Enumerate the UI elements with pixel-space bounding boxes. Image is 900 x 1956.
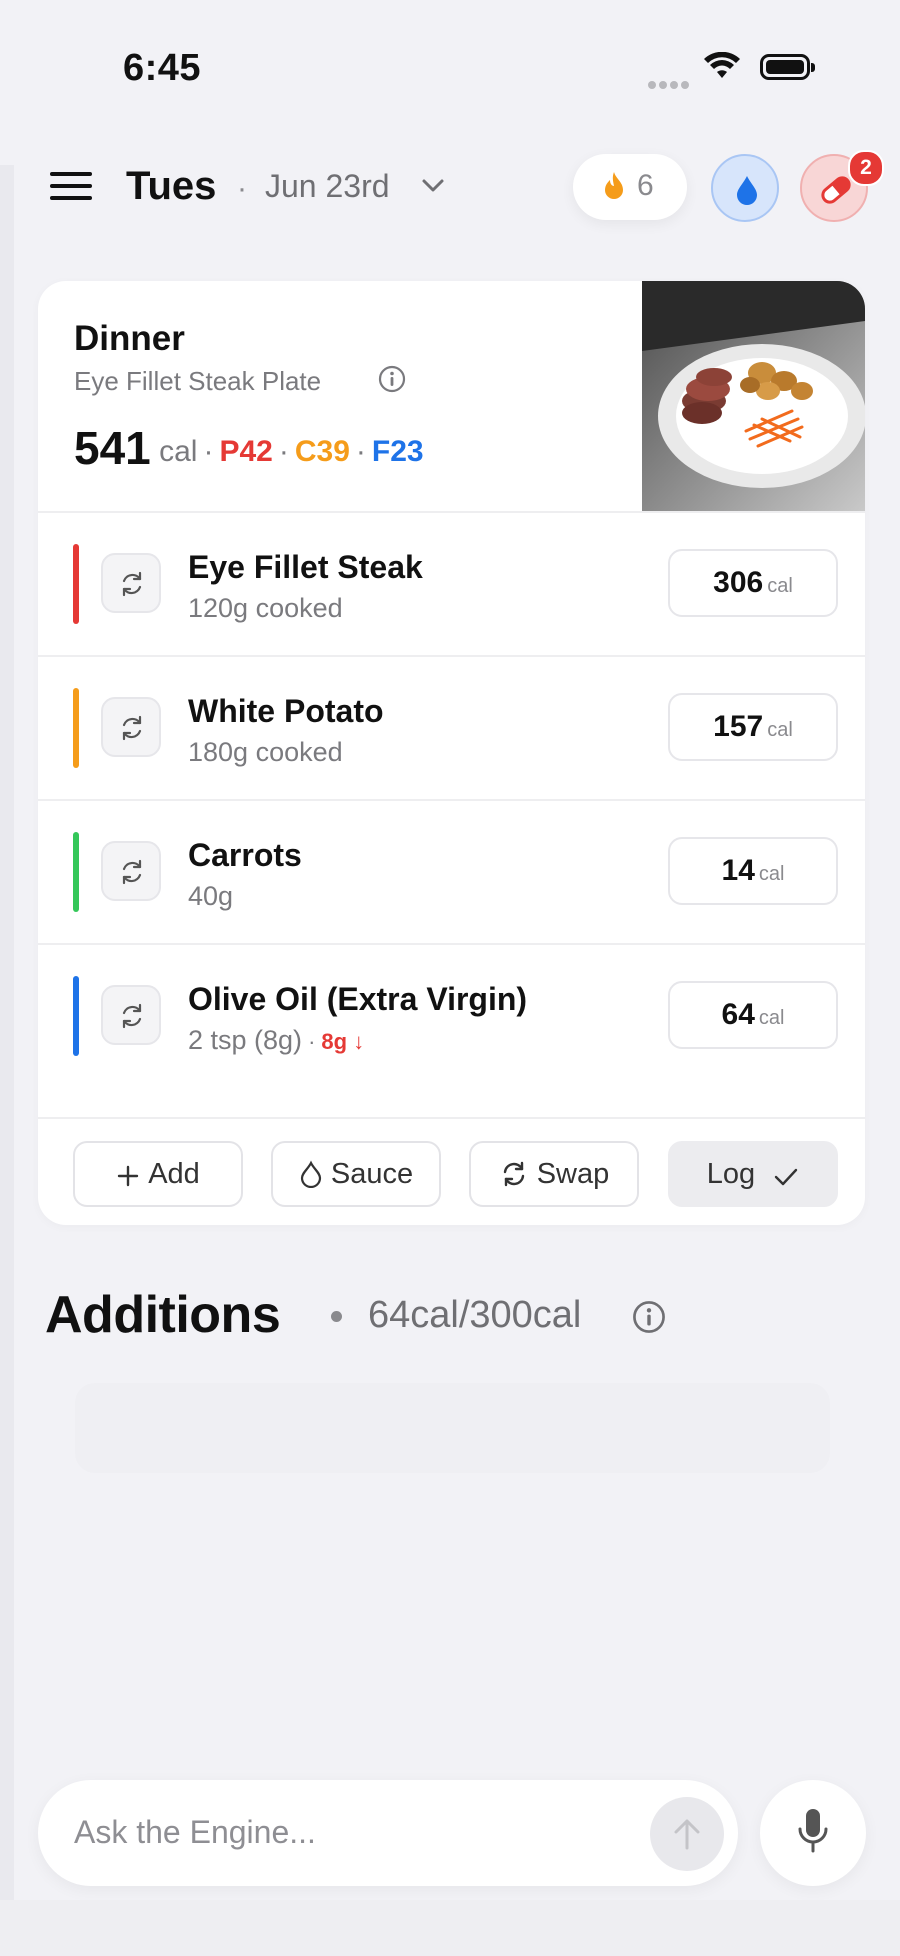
macro-color-bar — [73, 976, 79, 1056]
swap-item-icon[interactable] — [101, 841, 161, 901]
food-item-row[interactable]: Olive Oil (Extra Virgin) 2 tsp (8g) · 8g ↓… — [38, 943, 865, 1087]
pill-icon — [821, 176, 851, 204]
portion-adjustment: 8g — [321, 1029, 348, 1054]
info-icon[interactable] — [632, 1300, 666, 1339]
additions-separator — [331, 1311, 342, 1322]
header-separator: · — [237, 172, 247, 205]
food-calories[interactable]: 14 cal — [668, 837, 838, 905]
swap-icon — [503, 1161, 524, 1187]
food-name: Olive Oil (Extra Virgin) — [188, 981, 528, 1017]
fat-value: F23 — [371, 435, 424, 468]
food-name: Eye Fillet Steak — [188, 549, 423, 585]
meal-name: Eye Fillet Steak Plate — [74, 366, 322, 396]
water-button[interactable] — [711, 154, 779, 222]
ask-placeholder: Ask the Engine... — [74, 1814, 316, 1850]
sauce-button[interactable]: Sauce — [271, 1141, 441, 1207]
date-picker[interactable]: Jun 23rd — [265, 168, 390, 205]
microphone-button[interactable] — [760, 1780, 866, 1886]
carbs-value: C39 — [294, 435, 350, 468]
notification-badge: 2 — [848, 150, 884, 186]
wifi-icon — [703, 51, 741, 85]
plus-icon — [117, 1165, 139, 1187]
send-button[interactable] — [650, 1797, 724, 1871]
flame-icon — [603, 171, 625, 206]
calories-unit: cal — [159, 435, 198, 468]
food-item-row[interactable]: Carrots 40g 14 cal — [38, 799, 865, 943]
food-amount: 2 tsp (8g) · 8g ↓ — [188, 1025, 365, 1055]
meal-title: Dinner — [74, 319, 185, 358]
streak-count: 6 — [637, 169, 654, 202]
arrow-up-icon — [674, 1819, 700, 1850]
info-icon[interactable] — [378, 365, 406, 398]
bottom-safe-area — [0, 1900, 900, 1956]
food-item-row[interactable]: White Potato 180g cooked 157 cal — [38, 655, 865, 799]
water-drop-icon — [737, 176, 757, 205]
drop-icon — [300, 1160, 321, 1189]
meal-photo[interactable] — [642, 281, 865, 511]
status-time: 6:45 — [123, 47, 202, 89]
checkmark-icon — [775, 1168, 798, 1186]
food-amount: 120g cooked — [188, 593, 343, 623]
swap-button[interactable]: Swap — [469, 1141, 639, 1207]
additions-title: Additions — [45, 1286, 281, 1344]
meal-actions: Add Sauce Swap Log — [38, 1141, 865, 1225]
side-edge — [0, 165, 14, 1905]
food-amount: 40g — [188, 881, 234, 911]
additions-budget: 64cal/300cal — [368, 1294, 582, 1336]
swap-item-icon[interactable] — [101, 697, 161, 757]
food-name: Carrots — [188, 837, 302, 873]
microphone-icon — [798, 1809, 828, 1853]
macro-color-bar — [73, 544, 79, 624]
food-calories[interactable]: 64 cal — [668, 981, 838, 1049]
header: Tues · Jun 23rd 6 2 — [0, 150, 900, 230]
additions-list-placeholder — [75, 1383, 830, 1473]
meal-calories: 541 — [74, 422, 151, 474]
arrow-down-icon: ↓ — [347, 1029, 365, 1054]
day-label: Tues — [126, 164, 217, 208]
status-bar: 6:45 — [0, 0, 900, 165]
food-calories[interactable]: 306 cal — [668, 549, 838, 617]
food-item-row[interactable]: Eye Fillet Steak 120g cooked 306 cal — [38, 511, 865, 655]
add-button[interactable]: Add — [73, 1141, 243, 1207]
menu-icon[interactable] — [50, 172, 92, 204]
chevron-down-icon[interactable] — [421, 178, 445, 199]
battery-icon — [760, 54, 815, 80]
streak-button[interactable]: 6 — [573, 154, 687, 220]
signal-icon — [648, 76, 692, 94]
food-calories[interactable]: 157 cal — [668, 693, 838, 761]
food-name: White Potato — [188, 693, 384, 729]
swap-item-icon[interactable] — [101, 985, 161, 1045]
ask-input[interactable]: Ask the Engine... — [38, 1780, 738, 1886]
macro-color-bar — [73, 832, 79, 912]
divider — [38, 1117, 865, 1119]
swap-item-icon[interactable] — [101, 553, 161, 613]
log-button[interactable]: Log — [668, 1141, 838, 1207]
meal-card: Dinner Eye Fillet Steak Plate 541 cal · P4… — [38, 281, 865, 1225]
food-amount: 180g cooked — [188, 737, 343, 767]
macro-color-bar — [73, 688, 79, 768]
macro-summary: 541 cal · P42 · C39 · F23 — [74, 422, 424, 474]
protein-value: P42 — [219, 435, 273, 468]
